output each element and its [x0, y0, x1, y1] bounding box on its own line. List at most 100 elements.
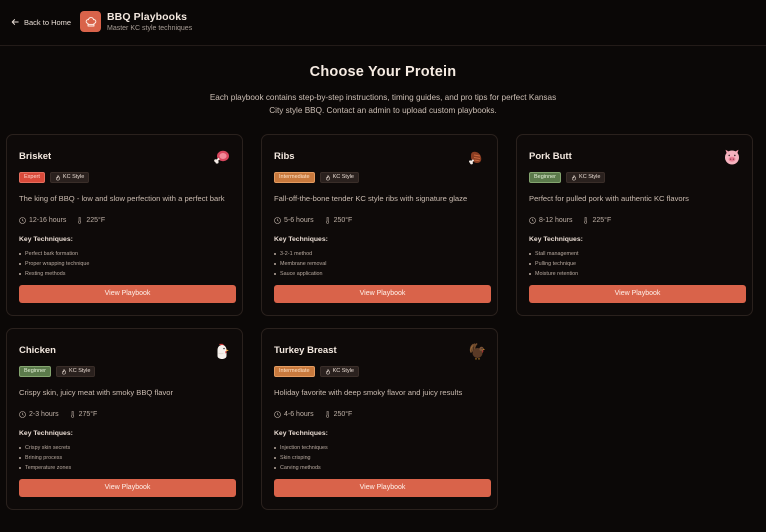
back-to-home-link[interactable]: Back to Home: [11, 16, 71, 28]
clock-icon: [529, 217, 536, 224]
style-badge: KC Style: [319, 172, 359, 183]
card-badges: Beginner KC Style: [19, 366, 96, 377]
technique-text: Proper wrapping technique: [25, 261, 90, 267]
app-header: Back to Home BBQ Playbooks Master KC sty…: [0, 0, 766, 46]
bullet-dot: [19, 273, 21, 275]
protein-card-ribs[interactable]: Ribs Intermediate KC Style Fall-off-the-…: [261, 134, 498, 316]
cook-time: 8-12 hours: [529, 217, 572, 224]
card-title: Ribs: [274, 151, 295, 162]
bullet-dot: [19, 467, 21, 469]
cook-temp-value: 250°F: [333, 411, 353, 418]
card-meta: 8-12 hours 225°F: [529, 217, 611, 224]
bullet-dot: [274, 253, 276, 255]
style-badge-label: KC Style: [62, 174, 85, 180]
technique-text: Crispy skin secrets: [25, 445, 71, 451]
back-label: Back to Home: [24, 17, 72, 27]
cook-temp: 275°F: [69, 411, 97, 418]
technique-item: Perfect bark formation: [19, 249, 89, 259]
card-title: Turkey Breast: [274, 345, 337, 356]
chicken-icon: [213, 342, 231, 360]
difficulty-badge: Intermediate: [274, 172, 315, 183]
technique-item: Crispy skin secrets: [19, 443, 71, 453]
technique-text: Sauce application: [280, 271, 323, 277]
bullet-dot: [19, 263, 21, 265]
style-badge-label: KC Style: [69, 368, 91, 374]
card-description: Perfect for pulled pork with authentic K…: [529, 194, 689, 203]
section-description: Each playbook contains step-by-step inst…: [209, 93, 557, 115]
arrow-left-icon: [11, 19, 19, 25]
techniques-list: Perfect bark formation Proper wrapping te…: [19, 249, 89, 279]
bullet-dot: [274, 457, 276, 459]
style-badge-label: KC Style: [332, 174, 354, 180]
bullet-dot: [19, 253, 21, 255]
technique-item: Carving methods: [274, 463, 328, 473]
card-badges: Intermediate KC Style: [274, 172, 359, 183]
thermometer-icon: [78, 217, 82, 224]
protein-card-turkey-breast[interactable]: Turkey Breast Intermediate KC Style Holi…: [261, 328, 498, 510]
cook-time-value: 8-12 hours: [539, 217, 573, 224]
cook-time-value: 5-6 hours: [284, 217, 314, 224]
clock-icon: [19, 217, 26, 224]
card-meta: 12-16 hours 225°F: [19, 217, 105, 224]
card-meta: 2-3 hours 275°F: [19, 411, 97, 418]
protein-card-pork-butt[interactable]: Pork Butt Beginner KC Style Perfect for …: [516, 134, 753, 316]
technique-text: Skin crisping: [280, 455, 311, 461]
card-title: Brisket: [19, 151, 52, 162]
turkey-icon: [468, 342, 486, 360]
technique-item: Moisture retention: [529, 269, 578, 279]
cook-time: 2-3 hours: [19, 411, 59, 418]
difficulty-badge: Intermediate: [274, 366, 315, 377]
cook-time-value: 12-16 hours: [29, 217, 67, 224]
cook-time-value: 2-3 hours: [29, 411, 59, 418]
technique-text: Pulling technique: [535, 261, 577, 267]
cook-time: 5-6 hours: [274, 217, 314, 224]
techniques-heading: Key Techniques:: [19, 430, 73, 437]
bullet-dot: [529, 273, 531, 275]
flame-icon: [325, 174, 330, 180]
cook-time: 4-6 hours: [274, 411, 314, 418]
flame-icon: [325, 368, 330, 374]
page-title: BBQ Playbooks: [107, 11, 188, 23]
bullet-dot: [274, 447, 276, 449]
techniques-list: Stall management Pulling technique Moistur…: [529, 249, 578, 279]
card-badges: Intermediate KC Style: [274, 366, 359, 377]
difficulty-badge: Beginner: [19, 366, 52, 377]
view-playbook-button[interactable]: View Playbook: [19, 285, 236, 303]
cook-temp: 225°F: [582, 217, 611, 224]
card-badges: Beginner KC Style: [529, 172, 606, 183]
cook-temp: 225°F: [76, 217, 105, 224]
view-playbook-button[interactable]: View Playbook: [529, 285, 746, 303]
technique-item: Sauce application: [274, 269, 326, 279]
style-badge-label: KC Style: [579, 174, 601, 180]
technique-text: Stall management: [535, 251, 579, 257]
view-playbook-button[interactable]: View Playbook: [274, 285, 491, 303]
bullet-dot: [19, 457, 21, 459]
protein-card-chicken[interactable]: Chicken Beginner KC Style Crispy skin, j…: [6, 328, 243, 510]
techniques-list: Crispy skin secrets Brining process Temper…: [19, 443, 71, 473]
technique-text: Brining process: [25, 455, 63, 461]
technique-item: Pulling technique: [529, 259, 578, 269]
chef-hat-icon: [85, 16, 96, 26]
bullet-dot: [529, 263, 531, 265]
techniques-heading: Key Techniques:: [529, 236, 583, 243]
card-description: Fall-off-the-bone tender KC style ribs w…: [274, 194, 468, 203]
thermometer-icon: [325, 217, 329, 224]
cook-temp: 250°F: [324, 411, 353, 418]
view-playbook-button[interactable]: View Playbook: [19, 479, 236, 497]
technique-text: Perfect bark formation: [25, 251, 79, 257]
cook-temp-value: 250°F: [333, 217, 353, 224]
protein-card-brisket[interactable]: Brisket Expert KC Style The king of BBQ …: [6, 134, 243, 316]
technique-text: 3-2-1 method: [280, 251, 313, 257]
techniques-heading: Key Techniques:: [19, 236, 73, 243]
clock-icon: [19, 411, 26, 418]
view-playbook-button[interactable]: View Playbook: [274, 479, 491, 497]
technique-text: Carving methods: [280, 465, 321, 471]
page-subtitle: Master KC style techniques: [107, 25, 193, 32]
bullet-dot: [529, 253, 531, 255]
difficulty-badge: Beginner: [529, 172, 562, 183]
card-meta: 5-6 hours 250°F: [274, 217, 352, 224]
flame-icon: [572, 174, 576, 180]
technique-item: Resting methods: [19, 269, 89, 279]
techniques-heading: Key Techniques:: [274, 236, 328, 243]
bullet-dot: [274, 273, 276, 275]
